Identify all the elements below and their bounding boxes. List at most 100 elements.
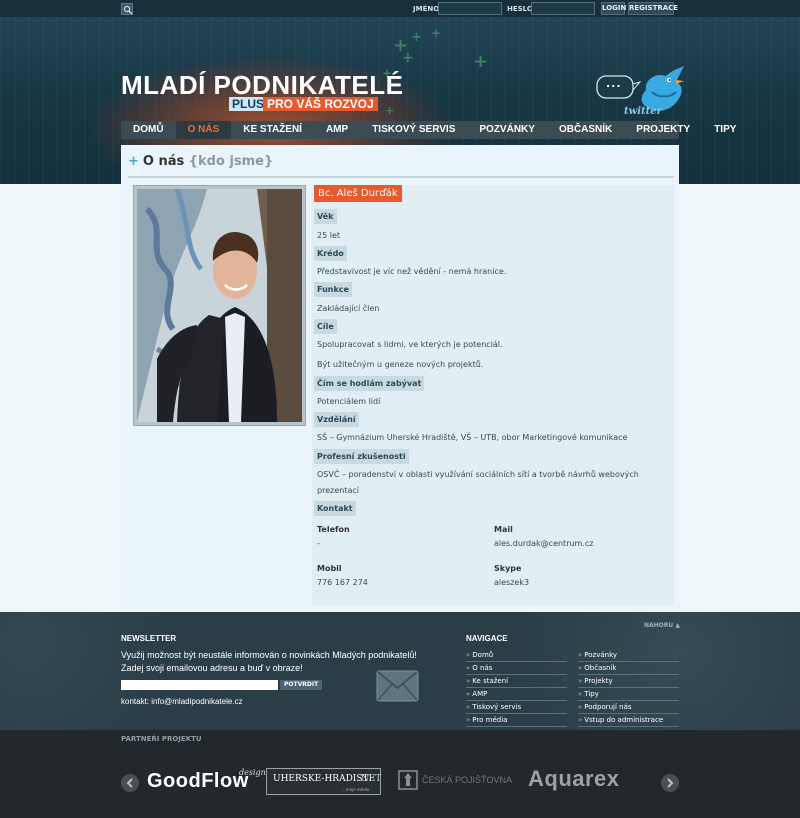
newsletter-submit-button[interactable]: POTVRDIT — [280, 680, 323, 690]
footer-link[interactable]: » O nás — [466, 662, 567, 675]
mobile-label: Mobil — [317, 564, 342, 573]
goals-value-1: Spolupracovat s lidmi, ve kterých je pot… — [317, 340, 503, 349]
goodflow-wordmark: GoodFlow — [147, 770, 249, 792]
nav-item-7[interactable]: PROJEKTY — [624, 121, 702, 139]
username-label: JMÉNO — [413, 5, 440, 13]
newsletter-email-input[interactable] — [121, 680, 278, 690]
footer-link[interactable]: » Domů — [466, 649, 567, 662]
chevron-left-icon — [126, 778, 133, 788]
chevron-right-icon: » — [578, 690, 583, 698]
mail-value[interactable]: ales.durdak@centrum.cz — [494, 539, 594, 548]
top-bar: JMÉNO HESLO LOGIN REGISTRACE — [0, 0, 800, 17]
experience-value-2: prezentací — [317, 486, 359, 495]
uherske-net-text: .NET — [358, 774, 382, 784]
back-to-top-link[interactable]: NAHORU ▲ — [644, 622, 680, 629]
nav-item-2[interactable]: KE STAŽENÍ — [231, 121, 314, 139]
chevron-right-icon: » — [466, 690, 471, 698]
footer-link-label: Pozvánky — [584, 651, 618, 659]
nav-item-6[interactable]: OBČASNÍK — [547, 121, 624, 139]
footer: NAHORU ▲ NEWSLETTER Využij možnost být n… — [0, 612, 800, 730]
footer-link-label: Domů — [472, 651, 494, 659]
phone-label: Telefon — [317, 525, 350, 534]
title-divider — [128, 176, 674, 178]
footer-link-label: O nás — [472, 664, 493, 672]
ceska-wordmark: ČESKÁ POJIŠŤOVNA — [422, 775, 513, 785]
footer-link[interactable]: » Projekty — [578, 675, 679, 688]
nav-item-3[interactable]: AMP — [314, 121, 360, 139]
partner-logo-uherske-hradiste[interactable]: UHERSKE-HRADISTE .NET ...moje město — [266, 768, 381, 795]
twitter-badge[interactable]: ... twitter — [596, 62, 688, 120]
search-icon[interactable] — [121, 3, 133, 15]
nav-item-5[interactable]: POZVÁNKY — [467, 121, 547, 139]
footer-link[interactable]: » Pozvánky — [578, 649, 679, 662]
age-label: Věk — [314, 209, 337, 224]
plus-icon: + — [128, 154, 139, 169]
envelope-icon — [376, 670, 419, 702]
plus-decoration-icon: + — [473, 51, 489, 72]
twitter-label: twitter — [624, 106, 662, 117]
footer-link[interactable]: » Tipy — [578, 688, 679, 701]
partner-logo-aquarex[interactable]: Aquarex — [528, 766, 646, 794]
nav-item-1[interactable]: O NÁS — [175, 121, 232, 139]
footer-link[interactable]: » Tiskový servis — [466, 701, 567, 714]
footer-contact[interactable]: kontakt: info@mladipodnikatele.cz — [121, 697, 243, 706]
chevron-right-icon: » — [578, 677, 583, 685]
username-input[interactable] — [438, 2, 502, 15]
partner-logo-ceska-pojistovna[interactable]: ČESKÁ POJIŠŤOVNA — [398, 770, 514, 792]
experience-value-1: OSVČ – poradenství v oblasti využívání s… — [317, 470, 639, 479]
profile-name: Bc. Aleš Durďák — [314, 185, 402, 202]
chevron-right-icon: » — [466, 664, 471, 672]
footer-link-label: Tiskový servis — [472, 703, 522, 711]
plus-decoration-icon: + — [431, 26, 442, 40]
twitter-bubble-text: ... — [606, 77, 622, 90]
partners-heading: PARTNEŘI PROJEKTU — [121, 735, 202, 743]
footer-link-label: Vstup do administrace — [584, 716, 664, 724]
page-title-text: O nás — [142, 154, 185, 169]
footer-link-label: AMP — [472, 690, 488, 698]
credo-label: Krédo — [314, 246, 347, 261]
goals-label: Cíle — [314, 319, 337, 334]
chevron-right-icon: » — [466, 677, 471, 685]
plus-decoration-icon: + — [411, 30, 422, 45]
phone-value: - — [317, 539, 320, 548]
credo-value: Představivost je víc než vědění - nemá h… — [317, 267, 507, 276]
chevron-right-icon: » — [466, 651, 471, 659]
chevron-right-icon — [667, 778, 674, 788]
goals-value-2: Být užitečným u geneze nových projektů. — [317, 360, 484, 369]
experience-label: Profesní zkušenosti — [314, 449, 409, 464]
footer-link-label: Projekty — [584, 677, 613, 685]
content-panel: + O nás {kdo jsme} Bc. Aleš Durďák Věk 25… — [121, 145, 679, 610]
function-label: Funkce — [314, 282, 352, 297]
footer-link[interactable]: » Ke stažení — [466, 675, 567, 688]
password-input[interactable] — [531, 2, 595, 15]
partner-logo-goodflow[interactable]: GoodFlow design — [147, 768, 266, 796]
footer-link[interactable]: » Pro média — [466, 714, 567, 727]
footer-link-label: Občasník — [584, 664, 617, 672]
nav-item-4[interactable]: TISKOVÝ SERVIS — [360, 121, 467, 139]
footer-link[interactable]: » Podporují nás — [578, 701, 679, 714]
chevron-right-icon: » — [466, 716, 471, 724]
footer-link[interactable]: » Občasník — [578, 662, 679, 675]
age-value: 25 let — [317, 231, 341, 240]
login-button[interactable]: LOGIN — [601, 2, 626, 15]
footer-link[interactable]: » Vstup do administrace — [578, 714, 679, 727]
nav-item-8[interactable]: TIPY — [702, 121, 748, 139]
chevron-right-icon: » — [578, 664, 583, 672]
mobile-value: 776 167 274 — [317, 578, 368, 587]
newsletter-heading: NEWSLETTER — [121, 634, 177, 643]
mail-label: Mail — [494, 525, 513, 534]
chevron-right-icon: » — [578, 651, 583, 659]
page-title: + O nás {kdo jsme} — [128, 154, 273, 169]
profile-photo — [133, 185, 306, 426]
footer-link[interactable]: » AMP — [466, 688, 567, 701]
profile-panel — [312, 185, 674, 605]
chevron-right-icon: » — [578, 716, 583, 724]
partners-next-button[interactable] — [661, 774, 679, 792]
partners-prev-button[interactable] — [121, 774, 139, 792]
nav-item-0[interactable]: DOMŮ — [121, 121, 176, 139]
plus-decoration-icon: + — [402, 50, 414, 66]
contact-label: Kontakt — [314, 501, 356, 516]
education-label: Vzdělání — [314, 412, 359, 427]
goodflow-design-text: design — [239, 768, 266, 777]
register-button[interactable]: REGISTRACE — [628, 2, 678, 15]
